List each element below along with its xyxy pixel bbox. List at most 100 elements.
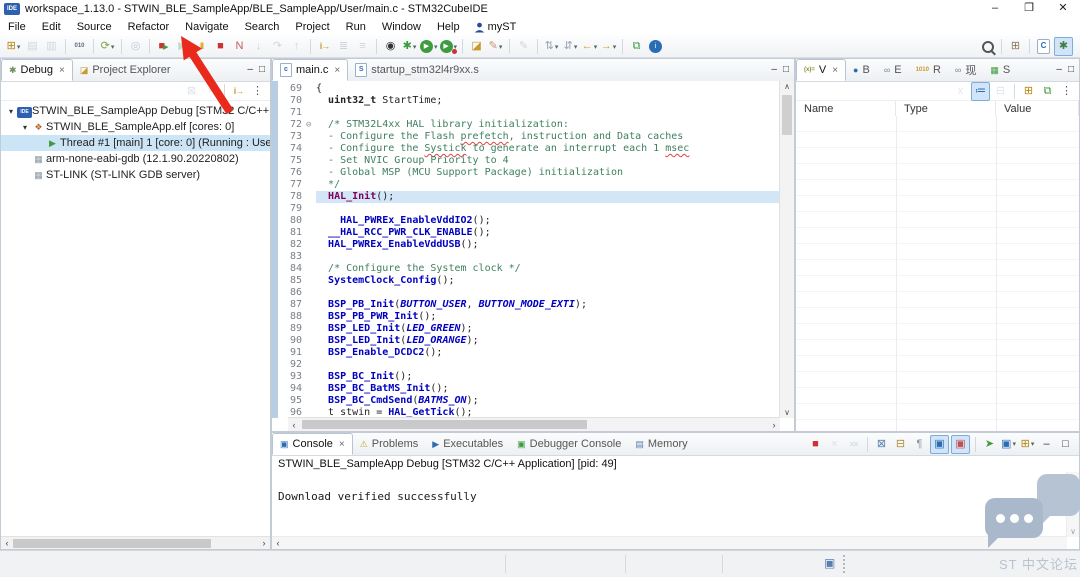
editor-vscrollbar[interactable]: ∧ ∨: [779, 81, 794, 418]
menu-search[interactable]: Search: [237, 21, 288, 33]
step-over-icon[interactable]: ↷: [269, 38, 286, 55]
remove-all-terminated-launches-icon[interactable]: ××: [845, 436, 862, 453]
information-center-icon[interactable]: i: [647, 38, 664, 55]
scroll-down-icon[interactable]: ∨: [780, 408, 794, 417]
save-all-icon[interactable]: ▥: [43, 38, 60, 55]
debug-tree-item[interactable]: ▾❖STWIN_BLE_SampleApp.elf [cores: 0]: [1, 119, 270, 135]
close-tab-icon[interactable]: ×: [339, 439, 345, 450]
open-new-window-icon[interactable]: ⧉: [628, 38, 645, 55]
menu-source[interactable]: Source: [69, 21, 120, 33]
minimize-view-icon[interactable]: –: [1056, 65, 1062, 75]
show-type-names-icon[interactable]: x: [952, 83, 969, 100]
dropdown-arrow-icon[interactable]: ▾: [499, 43, 503, 51]
collapse-all-icon[interactable]: ⊟: [992, 83, 1009, 100]
dropdown-arrow-icon[interactable]: ▾: [574, 43, 578, 51]
view-menu-icon[interactable]: ⋮: [249, 83, 266, 100]
debug-perspective-icon[interactable]: ✱: [1054, 37, 1073, 56]
dropdown-arrow-icon[interactable]: ▾: [594, 43, 598, 51]
dropdown-arrow-icon[interactable]: ▾: [434, 43, 438, 51]
goto-annotation-icon[interactable]: ⇵▾: [562, 38, 579, 55]
close-button[interactable]: ✕: [1046, 0, 1080, 18]
expander-icon[interactable]: ▾: [5, 107, 17, 116]
menu-window[interactable]: Window: [374, 21, 429, 33]
forward-icon[interactable]: →▾: [600, 38, 617, 55]
view-tab-debug[interactable]: ✱Debug×: [1, 59, 73, 81]
scroll-left-icon[interactable]: ‹: [288, 420, 300, 430]
minimize-console-icon[interactable]: –: [1038, 436, 1055, 453]
maximize-view-icon[interactable]: □: [783, 65, 789, 75]
format-icon[interactable]: ✎: [515, 38, 532, 55]
debug-tree-item[interactable]: ▦arm-none-eabi-gdb (12.1.90.20220802): [1, 151, 270, 167]
scroll-down-icon[interactable]: ∨: [1067, 527, 1079, 536]
editor-tab-main-c[interactable]: cmain.c×: [272, 59, 348, 81]
view-tab-v[interactable]: (x)=V×: [796, 59, 846, 81]
minimize-view-icon[interactable]: –: [247, 65, 253, 75]
reset-chip-icon[interactable]: ◉: [382, 38, 399, 55]
highlight-marker-icon[interactable]: ✎▾: [487, 38, 504, 55]
add-expression-icon[interactable]: ⊞: [1020, 83, 1037, 100]
run-icon[interactable]: ▶▾: [420, 38, 438, 55]
build-binary-icon[interactable]: 010: [71, 38, 88, 55]
code-editor[interactable]: 69{70 uint32_t StartTime;7172⊖ /* STM32L…: [272, 81, 780, 418]
close-tab-icon[interactable]: ×: [334, 65, 340, 76]
debug-icon[interactable]: ✱▾: [401, 38, 418, 55]
view-tab-project-explorer[interactable]: ◪Project Explorer: [73, 59, 178, 81]
menu-navigate[interactable]: Navigate: [177, 21, 236, 33]
dropdown-arrow-icon[interactable]: ▾: [17, 43, 21, 51]
maximize-view-icon[interactable]: □: [1068, 65, 1074, 75]
open-resource-icon[interactable]: ◪: [468, 38, 485, 55]
scrollbar-thumb[interactable]: [782, 95, 792, 135]
myst-account[interactable]: myST: [468, 21, 523, 33]
remove-launch-icon[interactable]: ×: [826, 436, 843, 453]
view-tab-r[interactable]: 1010R: [909, 59, 948, 81]
scroll-right-icon[interactable]: ›: [768, 420, 780, 430]
scroll-left-icon[interactable]: ‹: [272, 538, 284, 548]
disconnect-all-icon[interactable]: ×: [202, 83, 219, 100]
editor-tab-startup-stm32l4r9xx-s[interactable]: Sstartup_stm32l4r9xx.s: [348, 59, 486, 81]
dropdown-arrow-icon[interactable]: ▾: [555, 43, 559, 51]
menu-edit[interactable]: Edit: [34, 21, 69, 33]
minimize-button[interactable]: –: [978, 0, 1012, 18]
scrollbar-thumb[interactable]: [302, 420, 587, 429]
use-step-filters-icon[interactable]: ≡: [354, 38, 371, 55]
variables-table[interactable]: [796, 116, 1079, 431]
console-vscrollbar[interactable]: ∨: [1066, 472, 1079, 537]
menu-refactor[interactable]: Refactor: [120, 21, 178, 33]
menu-project[interactable]: Project: [287, 21, 337, 33]
clear-console-icon[interactable]: ⊠: [873, 436, 890, 453]
expander-icon[interactable]: ▾: [19, 123, 31, 132]
scroll-right-icon[interactable]: ›: [258, 538, 270, 548]
maximize-console-icon[interactable]: □: [1057, 436, 1074, 453]
open-perspective-icon[interactable]: ⊞: [1007, 38, 1024, 55]
console-hscrollbar[interactable]: ‹: [272, 536, 1067, 549]
close-tab-icon[interactable]: ×: [832, 65, 838, 76]
instruction-stepping-icon[interactable]: i→: [316, 38, 333, 55]
new-wizard-icon[interactable]: ⊞▾: [5, 38, 22, 55]
suspend-icon[interactable]: II: [193, 38, 210, 55]
last-edit-location-icon[interactable]: ⇅▾: [543, 38, 560, 55]
restore-button[interactable]: ❐: [1012, 0, 1046, 18]
close-tab-icon[interactable]: ×: [59, 65, 65, 76]
console-tab-problems[interactable]: ⚠Problems: [353, 433, 426, 455]
terminate-relaunch-icon[interactable]: ■▶: [155, 38, 172, 55]
disconnect-icon[interactable]: N: [231, 38, 248, 55]
dropdown-arrow-icon[interactable]: ▾: [613, 43, 617, 51]
instruction-stepping-view-icon[interactable]: i→: [230, 83, 247, 100]
menu-run[interactable]: Run: [338, 21, 374, 33]
debug-panel-hscrollbar[interactable]: ‹ ›: [1, 536, 270, 549]
menu-help[interactable]: Help: [429, 21, 468, 33]
scroll-up-icon[interactable]: ∧: [780, 82, 794, 91]
maximize-view-icon[interactable]: □: [259, 65, 265, 75]
resume-icon[interactable]: ▶: [174, 38, 191, 55]
open-new-view-icon[interactable]: ⧉: [1039, 83, 1056, 100]
search-icon[interactable]: [979, 38, 996, 55]
back-icon[interactable]: ←▾: [581, 38, 598, 55]
show-stderr-when-changed-icon[interactable]: ▣: [951, 435, 970, 454]
debug-tree-item[interactable]: ▶Thread #1 [main] 1 [core: 0] (Running :…: [1, 135, 270, 151]
editor-hscrollbar[interactable]: ‹ ›: [288, 417, 780, 431]
view-menu-icon[interactable]: ⋮: [1058, 83, 1075, 100]
show-logical-structures-icon[interactable]: ≔: [971, 82, 990, 101]
pin-console-icon[interactable]: ➤: [981, 436, 998, 453]
launch-flash-icon[interactable]: ⟳▾: [99, 38, 116, 55]
scroll-lock-icon[interactable]: ⊟: [892, 436, 909, 453]
